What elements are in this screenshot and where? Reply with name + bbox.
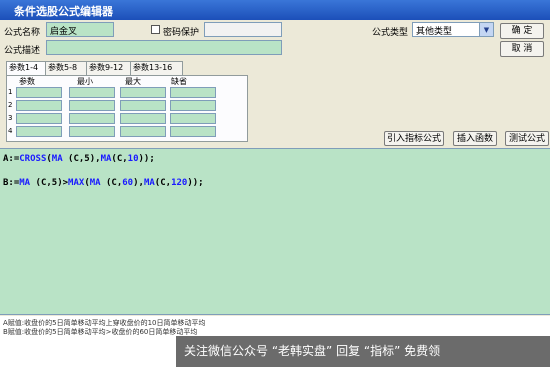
code-token: MA — [89, 178, 101, 188]
param-name-cell[interactable] — [16, 126, 62, 137]
param-min-cell[interactable] — [69, 100, 115, 111]
param-min-cell[interactable] — [69, 87, 115, 98]
code-line: A:=CROSS(MA (C,5),MA(C,10)); — [3, 154, 155, 164]
code-token: MA — [143, 178, 155, 188]
param-max-cell[interactable] — [120, 113, 166, 124]
param-max-cell[interactable] — [120, 87, 166, 98]
formula-type-select[interactable]: 其他类型 ▼ — [412, 22, 494, 37]
formula-type-label: 公式类型 — [372, 28, 409, 38]
ok-button[interactable]: 确 定 — [500, 23, 544, 39]
formula-type-value: 其他类型 — [416, 27, 453, 37]
code-token: )); — [138, 154, 155, 164]
code-token: (C, — [154, 178, 172, 188]
code-token: (C,5)> — [30, 178, 69, 188]
formula-name-label: 公式名称 — [4, 28, 41, 38]
param-default-cell[interactable] — [170, 87, 216, 98]
code-token: MA — [19, 178, 31, 188]
code-token: MA — [100, 154, 112, 164]
test-formula-button[interactable]: 测试公式 — [505, 131, 549, 146]
tab-params-1-4[interactable]: 参数1-4 — [6, 61, 47, 76]
formula-desc-input[interactable] — [46, 40, 282, 55]
code-token: 10 — [127, 154, 139, 164]
param-default-cell[interactable] — [170, 126, 216, 137]
insert-function-button[interactable]: 插入函数 — [453, 131, 497, 146]
code-token: A:= — [3, 154, 20, 164]
param-default-cell[interactable] — [170, 100, 216, 111]
row-number: 2 — [8, 101, 13, 109]
formula-desc-label: 公式描述 — [4, 46, 41, 56]
code-token: (C, — [100, 178, 123, 188]
password-label: 密码保护 — [163, 28, 200, 38]
formula-code-editor[interactable]: A:=CROSS(MA (C,5),MA(C,10)); B:=MA (C,5)… — [0, 148, 550, 315]
param-max-cell[interactable] — [120, 100, 166, 111]
help-line: B赋值:收盘价的5日简单移动平均>收盘价的60日简单移动平均 — [3, 328, 198, 336]
tab-params-5-8[interactable]: 参数5-8 — [45, 61, 88, 75]
chevron-down-icon[interactable]: ▼ — [479, 23, 493, 36]
window-title: 条件选股公式编辑器 — [14, 5, 113, 18]
code-line: B:=MA (C,5)>MAX(MA (C,60),MA(C,120)); — [3, 178, 204, 188]
code-token: (C,5), — [62, 154, 101, 164]
param-max-cell[interactable] — [120, 126, 166, 137]
password-checkbox[interactable] — [151, 25, 160, 34]
column-header-param: 参数 — [19, 77, 35, 86]
param-name-cell[interactable] — [16, 100, 62, 111]
code-token: 120 — [171, 178, 188, 188]
row-number: 4 — [8, 127, 13, 135]
param-name-cell[interactable] — [16, 113, 62, 124]
row-number: 1 — [8, 88, 13, 96]
code-token: MAX — [68, 178, 85, 188]
import-indicator-button[interactable]: 引入指标公式 — [384, 131, 444, 146]
password-input[interactable] — [204, 22, 282, 37]
tab-params-13-16[interactable]: 参数13-16 — [130, 61, 183, 75]
cancel-button[interactable]: 取 消 — [500, 41, 544, 57]
column-header-max: 最大 — [125, 77, 141, 86]
param-name-cell[interactable] — [16, 87, 62, 98]
column-header-min: 最小 — [77, 77, 93, 86]
param-min-cell[interactable] — [69, 113, 115, 124]
code-token: CROSS — [19, 154, 47, 164]
row-number: 3 — [8, 114, 13, 122]
code-token: MA — [51, 154, 63, 164]
column-header-default: 缺省 — [171, 77, 187, 86]
code-token: B:= — [3, 178, 20, 188]
code-token: ), — [133, 178, 144, 188]
watermark-banner: 关注微信公众号 “老韩实盘” 回复 “指标” 免费领 — [176, 336, 550, 367]
title-bar: 条件选股公式编辑器 — [0, 0, 550, 20]
param-min-cell[interactable] — [69, 126, 115, 137]
param-default-cell[interactable] — [170, 113, 216, 124]
code-token: (C, — [111, 154, 128, 164]
param-grid: 参数 最小 最大 缺省 1 2 3 4 — [6, 75, 248, 142]
code-token: 60 — [122, 178, 134, 188]
formula-name-input[interactable]: 启金叉 — [46, 22, 114, 37]
tab-params-9-12[interactable]: 参数9-12 — [86, 61, 132, 75]
code-token: )); — [187, 178, 204, 188]
